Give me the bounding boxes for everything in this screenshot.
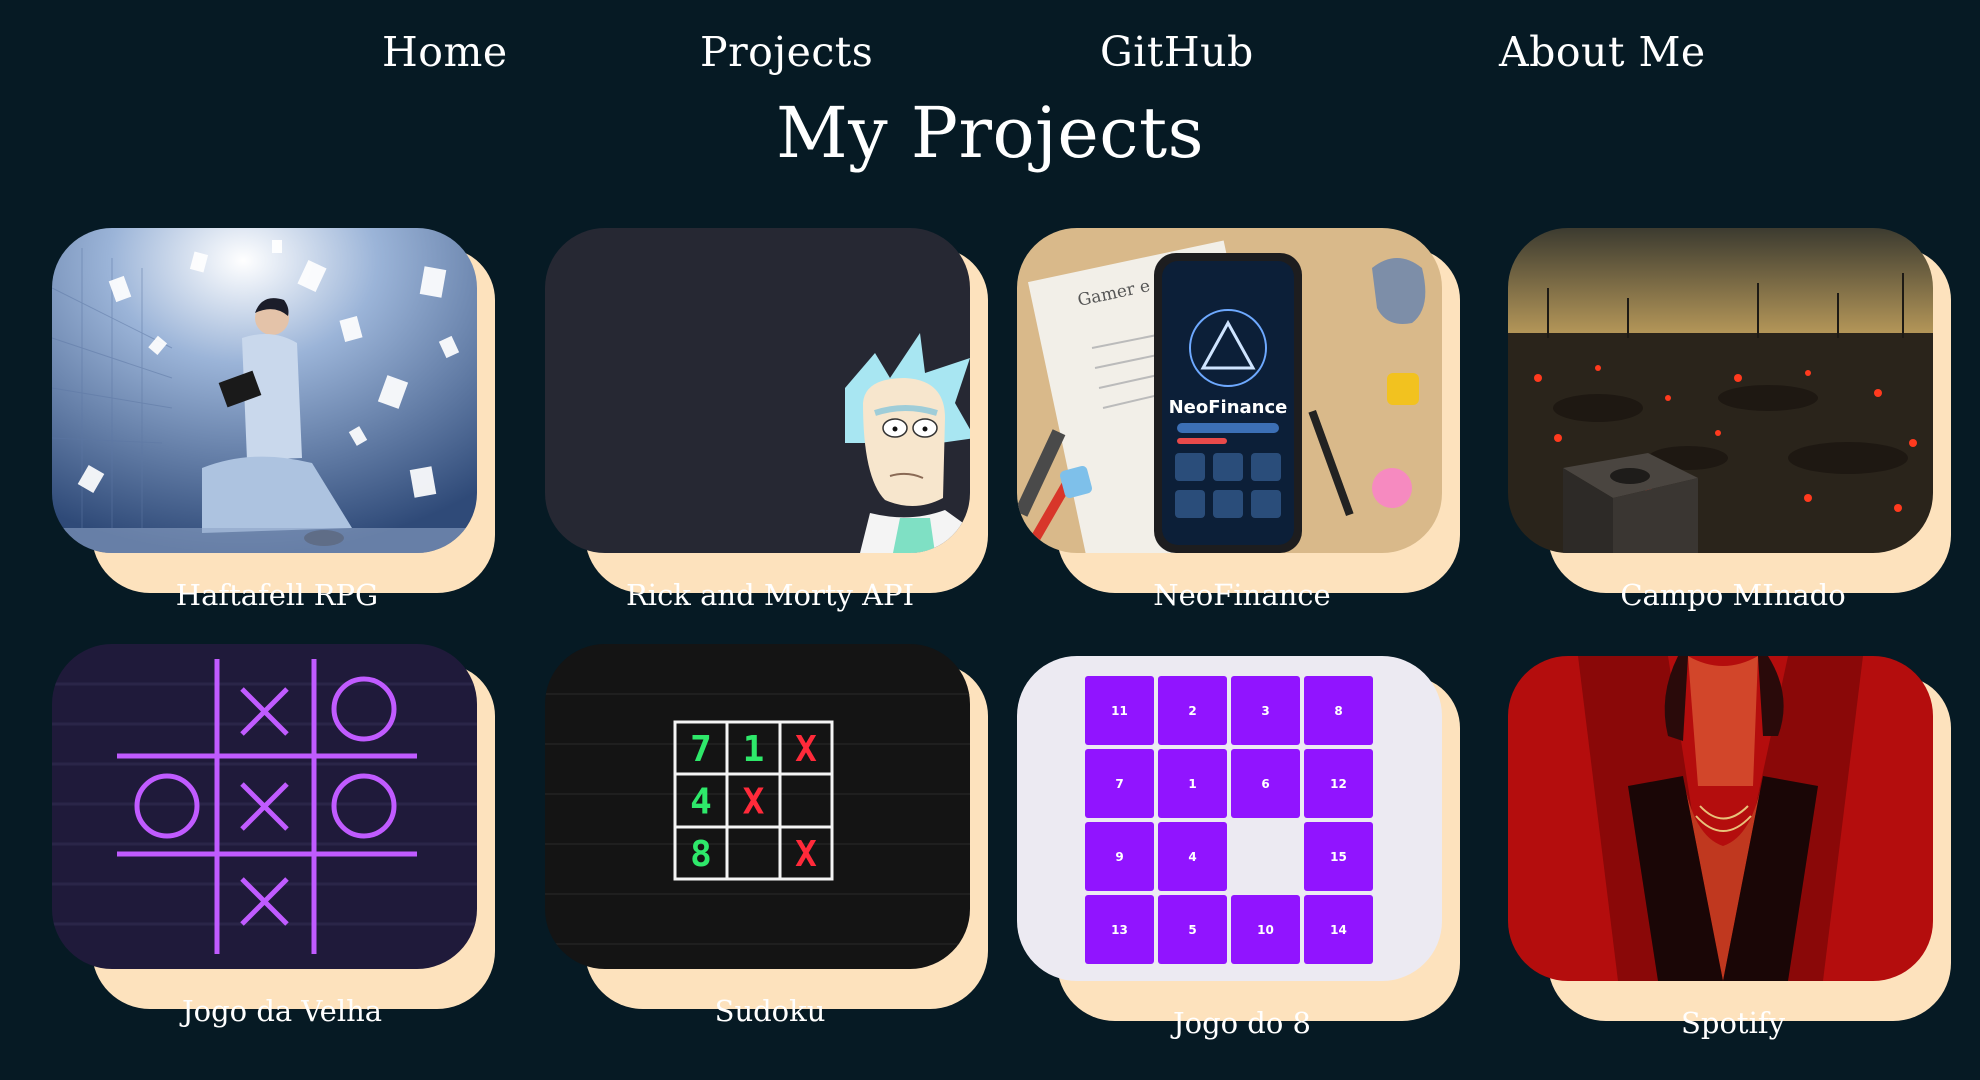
puzzle-empty-slot: [1231, 822, 1300, 891]
project-label[interactable]: Campo MInado: [1508, 578, 1958, 612]
project-label[interactable]: Jogo da Velha: [182, 994, 382, 1028]
project-label[interactable]: NeoFinance: [1017, 578, 1467, 612]
project-card-neofinance[interactable]: Gamer e NeoFinance NeoFinance: [1017, 228, 1467, 648]
project-label[interactable]: Sudoku: [545, 994, 995, 1028]
project-thumbnail-sudoku[interactable]: 71X4X8X: [545, 644, 970, 969]
puzzle-tile: 12: [1304, 749, 1373, 818]
puzzle-tile: 13: [1085, 895, 1154, 964]
nav-home-link[interactable]: Home: [382, 28, 508, 76]
sudoku-cell: 4: [690, 782, 712, 823]
puzzle-tile: 10: [1231, 895, 1300, 964]
puzzle-tile: 8: [1304, 676, 1373, 745]
puzzle-tile: 2: [1158, 676, 1227, 745]
puzzle-tile: 14: [1304, 895, 1373, 964]
puzzle-tile: 3: [1231, 676, 1300, 745]
project-card-haftafell-rpg[interactable]: Haftafell RPG: [52, 228, 502, 648]
sudoku-cell: X: [795, 729, 817, 770]
sudoku-cell: 8: [690, 834, 712, 875]
puzzle-tile: 9: [1085, 822, 1154, 891]
puzzle-tile: 6: [1231, 749, 1300, 818]
project-label[interactable]: Spotify: [1508, 1006, 1958, 1040]
sudoku-cell: 7: [690, 729, 712, 770]
puzzle-tile: 7: [1085, 749, 1154, 818]
project-card-jogo-da-velha[interactable]: Jogo da Velha: [52, 644, 502, 1064]
puzzle-tile: 11: [1085, 676, 1154, 745]
phone-app-image: Gamer e NeoFinance: [1017, 228, 1442, 553]
project-card-rick-and-morty-api[interactable]: Rick and Morty API: [545, 228, 995, 648]
puzzle-tile: 15: [1304, 822, 1373, 891]
project-card-sudoku[interactable]: 71X4X8X Sudoku: [545, 644, 995, 1064]
nav-projects-link[interactable]: Projects: [700, 28, 873, 76]
project-thumbnail-spotify[interactable]: [1508, 656, 1933, 981]
project-thumbnail-rick-and-morty[interactable]: [545, 228, 970, 553]
project-card-spotify[interactable]: Spotify: [1508, 656, 1958, 1076]
sliding-puzzle-grid: 11 2 3 8 7 1 6 12 9 4 15 13 5 10 14: [1085, 676, 1373, 964]
nav-github-link[interactable]: GitHub: [1100, 28, 1254, 76]
project-label[interactable]: Haftafell RPG: [52, 578, 502, 612]
project-label[interactable]: Rick and Morty API: [545, 578, 995, 612]
project-thumbnail-campo-minado[interactable]: [1508, 228, 1933, 553]
project-label[interactable]: Jogo do 8: [1017, 1006, 1467, 1040]
project-thumbnail-jogo-da-velha[interactable]: [52, 644, 477, 969]
project-card-jogo-do-8[interactable]: 11 2 3 8 7 1 6 12 9 4 15 13 5 10 14 Jogo do 8: [1017, 656, 1467, 1076]
puzzle-tile: 5: [1158, 895, 1227, 964]
sudoku-cell: X: [795, 834, 817, 875]
minefield-landscape-image: [1508, 228, 1933, 553]
sudoku-cell: 1: [743, 729, 765, 770]
puzzle-tile: 4: [1158, 822, 1227, 891]
sudoku-cell: X: [743, 782, 765, 823]
page-title: My Projects: [775, 92, 1205, 174]
nav-about-link[interactable]: About Me: [1499, 28, 1706, 76]
project-thumbnail-jogo-do-8[interactable]: 11 2 3 8 7 1 6 12 9 4 15 13 5 10 14: [1017, 656, 1442, 981]
project-thumbnail-neofinance[interactable]: Gamer e NeoFinance: [1017, 228, 1442, 553]
boy-reading-book-image: [52, 228, 477, 553]
projects-page: Home Projects GitHub About Me My Project…: [0, 0, 1980, 1080]
svg-text:NeoFinance: NeoFinance: [1169, 397, 1288, 418]
neon-tic-tac-toe-image: [52, 644, 477, 969]
project-thumbnail-haftafell[interactable]: [52, 228, 477, 553]
project-card-campo-minado[interactable]: Campo MInado: [1508, 228, 1958, 648]
neon-sudoku-image: 7 1 X4 X8 X: [545, 644, 970, 969]
rick-character-image: [545, 228, 970, 553]
puzzle-tile: 1: [1158, 749, 1227, 818]
man-on-red-image: [1508, 656, 1933, 981]
